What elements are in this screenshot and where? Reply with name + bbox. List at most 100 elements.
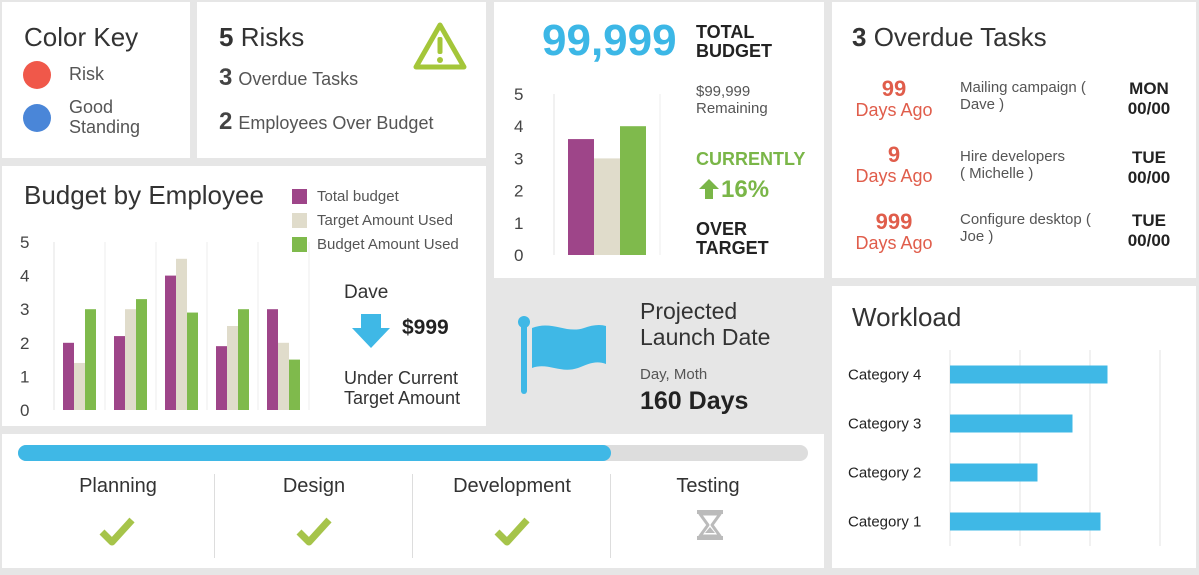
y-tick-label: 4: [514, 117, 523, 136]
employee-note-1: Under Current: [344, 368, 459, 388]
total-budget-value: 99,999: [542, 16, 677, 65]
y-tick-label: 2: [20, 334, 29, 353]
risks-title: 5 Risks: [219, 22, 304, 53]
bar: [125, 309, 136, 410]
launch-date-panel: Projected Launch Date Day, Moth 160 Days: [494, 286, 824, 428]
task-3-line2: Joe ): [960, 228, 994, 245]
category-label: Category 2: [848, 465, 921, 482]
employee-name: Dave: [344, 282, 389, 303]
y-tick-label: 2: [514, 182, 523, 201]
up-arrow-icon: [699, 179, 719, 199]
total-budget-label-2: BUDGET: [696, 41, 772, 61]
currently-label: CURRENTLY: [696, 149, 806, 169]
total-budget-chart: 0 1 2 3 4 5: [514, 85, 661, 265]
launch-days: 160 Days: [640, 387, 749, 415]
total-budget-label-1: TOTAL: [696, 22, 755, 42]
remaining-1: $99,999: [696, 83, 751, 100]
bar: [950, 414, 1073, 433]
bar: [63, 342, 74, 410]
category-label: Category 4: [848, 367, 921, 384]
bar: [136, 299, 147, 410]
task-2-date: 00/00: [1127, 168, 1171, 187]
launch-title-1: Projected: [640, 298, 738, 324]
warning-triangle-icon: [413, 22, 467, 70]
check-icon: [99, 517, 135, 546]
workload-title: Workload: [852, 302, 962, 332]
y-tick-label: 1: [514, 214, 523, 233]
bar: [165, 275, 176, 410]
stage-planning-label: Planning: [79, 475, 157, 497]
budget-by-employee-chart: 0 1 2 3 4 5: [20, 233, 310, 420]
overdue-title-count: 3: [852, 22, 867, 52]
overdue-tasks-card: 3 Overdue Tasks 99 Days Ago Mailing camp…: [832, 2, 1196, 278]
legend-label-budget: Budget Amount Used: [317, 236, 459, 253]
launch-title-2: Launch Date: [640, 324, 771, 350]
over-label-2: TARGET: [696, 238, 769, 258]
bar: [238, 309, 249, 410]
legend-total-budget: Total budget: [292, 188, 399, 205]
task-2-ago: Days Ago: [855, 166, 933, 186]
flag-icon: [518, 316, 606, 394]
over-label-1: OVER: [696, 219, 748, 239]
legend-swatch-total: [292, 189, 307, 204]
risks-card: 5 Risks 3 Overdue Tasks 2 Employees Over B…: [197, 2, 486, 158]
task-1-date: 00/00: [1127, 99, 1171, 118]
risks-label: Risks: [240, 22, 305, 52]
bar: [187, 312, 198, 410]
progress-fill: [18, 445, 611, 461]
y-tick-label: 1: [20, 367, 29, 386]
remaining-2: Remaining: [696, 100, 768, 117]
employee-amount: $999: [402, 316, 449, 339]
bar: [278, 342, 289, 410]
workload-card: Workload Category 4 Category 3 Category 2C…: [832, 286, 1196, 568]
bar: [594, 158, 620, 255]
task-1-days: 99: [881, 76, 907, 101]
hourglass-icon: [697, 510, 723, 540]
task-1-line2: Dave ): [960, 96, 1005, 113]
progress-card: [2, 434, 824, 568]
employee-note-2: Target Amount: [344, 388, 461, 408]
risk-label: Risk: [69, 64, 104, 84]
total-budget-card: 99,999 TOTAL BUDGET $99,999 Remaining CU…: [494, 2, 824, 278]
launch-sub: Day, Moth: [640, 366, 708, 383]
task-1-line1: Mailing campaign (: [960, 79, 1086, 96]
task-3-day: TUE: [1132, 211, 1166, 230]
stage-design-label: Design: [282, 475, 346, 497]
y-tick-label: 0: [514, 246, 523, 265]
over-budget-label: Employees Over Budget: [238, 113, 434, 133]
legend-target-used: Target Amount Used: [292, 212, 453, 229]
task-2-line2: ( Michelle ): [960, 165, 1034, 182]
bar: [950, 512, 1101, 531]
risk-dot-icon: [23, 61, 51, 89]
task-3-date: 00/00: [1127, 231, 1171, 250]
bar: [267, 309, 278, 410]
good-standing-dot-icon: [23, 104, 51, 132]
task-1-day: MON: [1129, 79, 1169, 98]
color-key-card: Color Key Risk Good Standing: [2, 2, 190, 158]
overdue-tasks-line: 3 Overdue Tasks: [219, 64, 358, 92]
bar: [74, 362, 85, 410]
task-2-line1: Hire developers: [960, 148, 1066, 165]
down-arrow-icon: [352, 314, 390, 348]
progress-track: [18, 445, 808, 461]
legend-swatch-target: [292, 213, 307, 228]
bar: [176, 258, 187, 410]
good-label-line2: Standing: [69, 117, 141, 137]
bar: [620, 126, 646, 255]
stage-divider: [412, 474, 413, 558]
good-label-line1: Good: [69, 97, 114, 117]
task-3-ago: Days Ago: [855, 233, 933, 253]
overdue-title: 3 Overdue Tasks: [852, 22, 1047, 53]
bar: [85, 309, 96, 410]
overdue-label: Overdue Tasks: [238, 69, 359, 89]
task-2-days: 9: [887, 142, 901, 167]
legend-label-total: Total budget: [317, 188, 399, 205]
stage-development-label: Development: [453, 475, 571, 497]
percent-value: 16%: [721, 176, 770, 203]
risks-count: 5: [219, 22, 234, 52]
workload-chart: Category 4 Category 3 Category 2 Category 1: [848, 350, 1161, 546]
y-tick-label: 3: [514, 149, 523, 168]
legend-label-target: Target Amount Used: [317, 212, 453, 229]
y-tick-label: 3: [20, 300, 29, 319]
budget-by-employee-card: Budget by Employee Total budget Target A…: [2, 166, 486, 426]
